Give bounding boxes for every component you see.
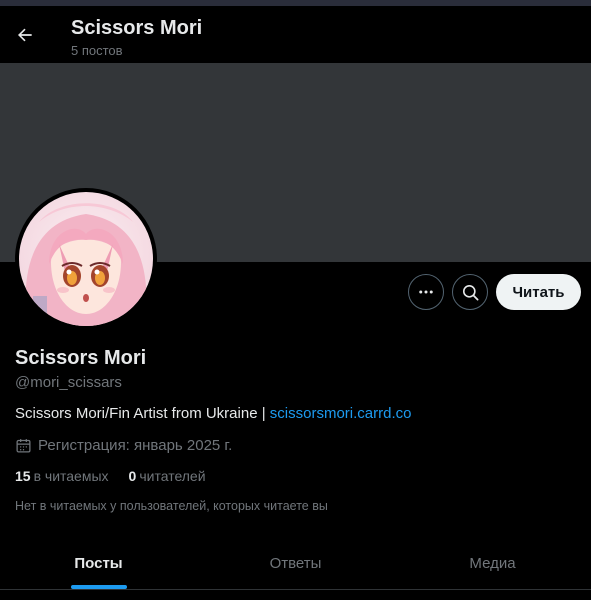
following-count: 15 [15,468,31,484]
tab-replies[interactable]: Ответы [197,537,394,589]
tabs-divider [0,589,591,590]
tab-label: Посты [74,554,123,572]
tab-posts[interactable]: Посты [0,537,197,589]
avatar[interactable] [15,188,157,330]
bio-text: Scissors Mori/Fin Artist from Ukraine | [15,405,270,422]
followers-you-know-note: Нет в читаемых у пользователей, которых … [15,499,328,513]
tab-media[interactable]: Медиа [394,537,591,589]
profile-name: Scissors Mori [15,347,147,369]
follow-stats: 15 в читаемых 0 читателей [15,468,226,484]
search-icon [462,284,478,300]
search-button[interactable] [452,274,488,310]
tab-label: Медиа [469,554,516,572]
back-button[interactable] [8,18,42,52]
header-title: Scissors Mori [71,17,203,39]
profile-tabs: Посты Ответы Медиа [0,537,591,589]
follow-button[interactable]: Читать [496,274,581,310]
more-button[interactable] [408,274,444,310]
profile-handle: @mori_scissars [15,374,122,391]
calendar-icon [16,439,31,453]
followers-link[interactable]: 0 читателей [129,468,206,484]
profile-bio: Scissors Mori/Fin Artist from Ukraine | … [15,405,411,422]
bio-link[interactable]: scissorsmori.carrd.co [270,405,412,422]
followers-count: 0 [128,468,137,484]
join-date-text: Регистрация: январь 2025 г. [38,437,233,454]
more-horizontal-icon [419,290,433,294]
following-label: в читаемых [33,468,109,484]
followers-label: читателей [139,468,206,484]
post-count: 5 постов [71,43,123,58]
following-link[interactable]: 15 в читаемых [15,468,109,484]
tab-label: Ответы [269,554,322,572]
avatar-image [19,192,153,326]
join-date: Регистрация: январь 2025 г. [15,437,232,454]
profile-header: Scissors Mori 5 постов [0,6,591,63]
arrow-left-icon [18,28,32,42]
